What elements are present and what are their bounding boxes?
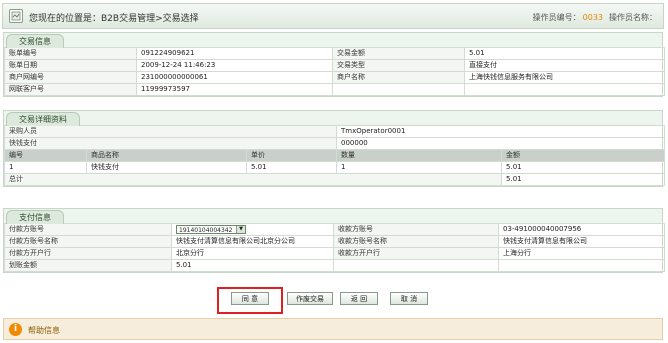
customer-no-value: 11999973597 — [136, 83, 333, 96]
merchant-name-label: 商户名称 — [332, 71, 465, 84]
total-value: 5.01 — [501, 173, 666, 186]
col-header-amount: 金额 — [501, 149, 666, 162]
transfer-amount-value: 5.01 — [171, 259, 334, 272]
page-icon — [9, 9, 23, 23]
info-icon: i — [9, 323, 22, 336]
item-no: 1 — [4, 161, 87, 174]
trade-amount-label: 交易金额 — [332, 47, 465, 60]
table-row: 1 快钱支付 5.01 1 5.01 — [4, 161, 666, 174]
help-title: 帮助信息 — [28, 326, 60, 335]
action-bar: 同 意 作废交易 返 回 取 消 — [0, 289, 668, 309]
item-amount: 5.01 — [501, 161, 666, 174]
trade-info-table: 账单编号 091224909621 交易金额 5.01 账单日期 2009-12-24 … — [4, 47, 665, 96]
item-product: 快钱支付 — [86, 161, 247, 174]
item-price: 5.01 — [245, 161, 338, 174]
payer-account-cell: 19140104004342 ▼ — [171, 223, 334, 236]
empty-cell — [333, 259, 499, 272]
trade-detail-table: 采购人员 TmxOperator0001 快钱支付 000000 编号 商品名称 单价数… — [3, 125, 666, 186]
bill-date-value: 2009-12-24 11:46:23 — [136, 59, 333, 72]
empty-cell — [464, 83, 665, 96]
buyer-label: 采购人员 — [3, 125, 338, 138]
payee-name-value: 快钱支付清算信息有限公司 — [498, 235, 665, 248]
item-qty: 1 — [336, 161, 503, 174]
bill-date-label: 账单日期 — [4, 59, 137, 72]
back-button[interactable]: 返 回 — [340, 292, 378, 305]
payer-account-selected: 19140104004342 — [179, 226, 233, 234]
highlight-box — [217, 287, 283, 314]
payer-name-value: 快钱支付清算信息有限公司北京分公司 — [171, 235, 334, 248]
col-header-qty: 数量 — [336, 149, 503, 162]
payer-bank-value: 北京分行 — [171, 247, 334, 260]
operator-info: 操作员编号： 0033 操作员名称： — [533, 12, 657, 23]
bill-no-value: 091224909621 — [136, 47, 333, 60]
payee-bank-value: 上海分行 — [498, 247, 665, 260]
merchant-no-value: 231000000000061 — [136, 71, 333, 84]
trade-type-label: 交易类型 — [332, 59, 465, 72]
top-bar: 您现在的位置是：B2B交易管理>交易选择 操作员编号： 0033 操作员名称： — [2, 3, 664, 29]
payer-name-label: 付款方账号名称 — [4, 235, 172, 248]
trade-info-section: 交易信息 账单编号 091224909621 交易金额 5.01 账单日期 2009-1… — [3, 32, 665, 97]
operator-id-label: 操作员编号： — [532, 13, 581, 22]
col-header-product: 商品名称 — [86, 149, 247, 162]
payment-table: 付款方账号 19140104004342 ▼ 收款方账号 03-491000040… — [4, 223, 665, 272]
trade-amount-value: 5.01 — [464, 47, 665, 60]
merchant-name-value: 上海快钱信息服务有限公司 — [464, 71, 665, 84]
trade-detail-section: 交易详细资料 采购人员 TmxOperator0001 快钱支付 000000 编号… — [3, 110, 666, 187]
pay-method-value: 000000 — [336, 137, 666, 150]
buyer-value: TmxOperator0001 — [336, 125, 666, 138]
trade-info-title: 交易信息 — [6, 34, 64, 48]
breadcrumb: 您现在的位置是：B2B交易管理>交易选择 — [29, 14, 199, 24]
payee-account-value: 03-491000040007956 — [498, 223, 665, 236]
payment-title: 支付信息 — [6, 210, 64, 224]
bill-no-label: 账单编号 — [4, 47, 137, 60]
total-label: 总计 — [3, 173, 503, 186]
payer-account-select[interactable]: 19140104004342 ▼ — [176, 224, 246, 234]
operator-id: 0033 — [582, 13, 603, 22]
payee-bank-label: 收款方开户行 — [333, 247, 499, 260]
payee-account-label: 收款方账号 — [333, 223, 499, 236]
operator-name-label: 操作员名称： — [609, 13, 657, 22]
empty-cell — [332, 83, 465, 96]
cancel-button[interactable]: 取 消 — [390, 292, 428, 305]
payer-bank-label: 付款方开户行 — [4, 247, 172, 260]
merchant-no-label: 商户网编号 — [4, 71, 137, 84]
trade-detail-title: 交易详细资料 — [6, 112, 80, 126]
pay-method-label: 快钱支付 — [3, 137, 338, 150]
empty-cell — [498, 259, 665, 272]
payment-section: 支付信息 付款方账号 19140104004342 ▼ 收款方账号 03-4910… — [3, 208, 665, 273]
col-header-no: 编号 — [4, 149, 87, 162]
trade-type-value: 直接支付 — [464, 59, 665, 72]
col-header-price: 单价 — [245, 149, 338, 162]
help-bar[interactable]: i 帮助信息 — [3, 318, 663, 340]
chevron-down-icon[interactable]: ▼ — [236, 225, 245, 233]
payee-name-label: 收款方账号名称 — [333, 235, 499, 248]
customer-no-label: 网联客户号 — [4, 83, 137, 96]
payer-account-label: 付款方账号 — [4, 223, 172, 236]
void-trade-button[interactable]: 作废交易 — [287, 292, 333, 305]
transfer-amount-label: 划账金额 — [4, 259, 172, 272]
